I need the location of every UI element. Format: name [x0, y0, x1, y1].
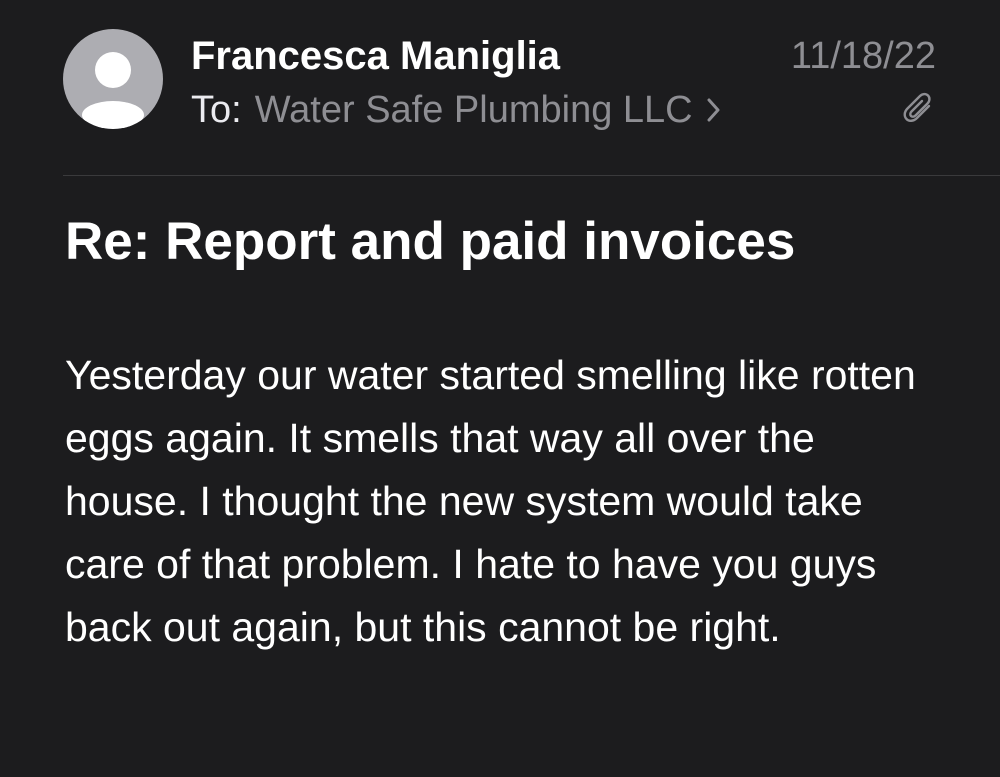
header-divider — [63, 175, 1000, 176]
message-date: 11/18/22 — [790, 35, 936, 77]
chevron-right-icon[interactable] — [707, 98, 721, 122]
sender-name[interactable]: Francesca Maniglia — [191, 28, 560, 84]
person-placeholder-icon — [82, 52, 144, 129]
recipient-row[interactable]: To: Water Safe Plumbing LLC — [191, 85, 721, 135]
email-subject: Re: Report and paid invoices — [65, 212, 796, 271]
email-body: Yesterday our water started smelling lik… — [65, 352, 916, 650]
paperclip-icon — [903, 92, 931, 122]
sender-avatar[interactable] — [63, 29, 163, 129]
recipient-name[interactable]: Water Safe Plumbing LLC — [255, 85, 693, 135]
recipient-link[interactable]: Water Safe Plumbing LLC — [255, 85, 721, 135]
to-label: To: — [191, 89, 242, 131]
